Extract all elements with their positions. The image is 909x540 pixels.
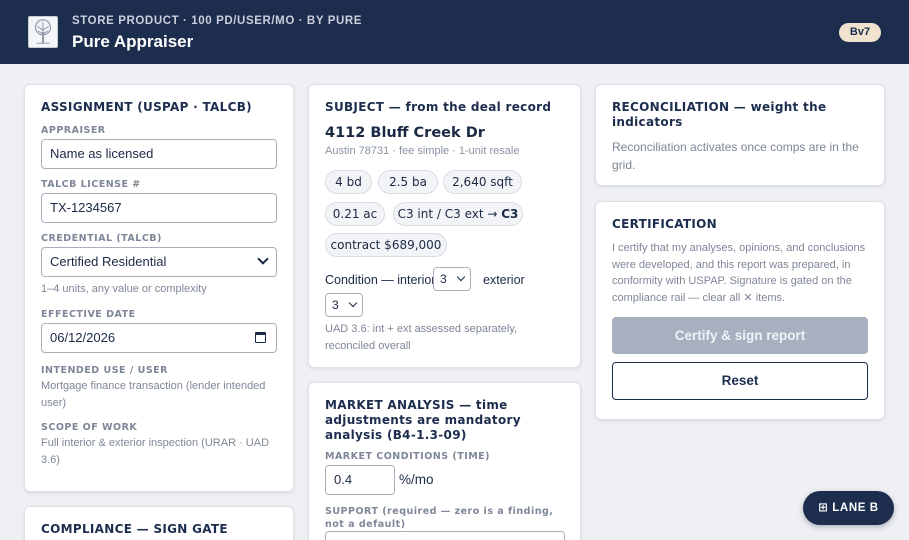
credential-value: Certified Residential	[50, 254, 167, 269]
market-conditions-unit: %/mo	[399, 472, 434, 487]
condition-pill-result: C3	[501, 207, 519, 221]
scope-label: SCOPE OF WORK	[41, 422, 138, 433]
contract-pill: contract $689,000	[325, 233, 447, 257]
calendar-icon[interactable]	[255, 332, 266, 343]
credential-help: 1–4 units, any value or complexity	[41, 283, 207, 295]
certification-card: CERTIFICATION I certify that my analyses…	[595, 201, 885, 420]
license-input[interactable]: TX-1234567	[41, 193, 277, 223]
compliance-title: COMPLIANCE — SIGN GATE	[41, 522, 228, 536]
license-label: TALCB LICENSE #	[41, 179, 141, 190]
appraiser-label: APPRAISER	[41, 125, 106, 136]
market-conditions-label: MARKET CONDITIONS (TIME)	[325, 451, 491, 462]
certify-sign-button[interactable]: Certify & sign report	[612, 317, 868, 354]
credential-label: CREDENTIAL (TALCB)	[41, 233, 162, 244]
scope-value: Full interior & exterior inspection (URA…	[41, 437, 270, 466]
intended-use-value: Mortgage finance transaction (lender int…	[41, 380, 266, 409]
appraiser-input[interactable]: Name as licensed	[41, 139, 277, 169]
beds-pill: 4 bd	[325, 170, 372, 194]
subject-meta: Austin 78731 · fee simple · 1-unit resal…	[325, 145, 520, 157]
reconciliation-title: RECONCILIATION — weight the indicators	[612, 100, 827, 129]
exterior-condition-select[interactable]: 3	[325, 293, 363, 317]
assignment-title: ASSIGNMENT (USPAP · TALCB)	[41, 100, 252, 114]
effective-date-label: EFFECTIVE DATE	[41, 309, 136, 320]
condition-pill-prefix: C3 int / C3 ext →	[397, 207, 502, 221]
condition-exterior-label: exterior	[483, 273, 525, 287]
breadcrumb: STORE PRODUCT · 100 PD/USER/MO · BY PURE	[72, 15, 363, 27]
condition-note: UAD 3.6: int + ext assessed separately, …	[325, 323, 518, 352]
reset-button[interactable]: Reset	[612, 362, 868, 400]
support-input[interactable]	[325, 531, 565, 540]
effective-date-input[interactable]: 06/12/2026	[41, 323, 277, 353]
effective-date-value: 06/12/2026	[50, 330, 116, 345]
subject-address: 4112 Bluff Creek Dr	[325, 125, 485, 141]
acres-pill: 0.21 ac	[325, 202, 385, 226]
subject-card: SUBJECT — from the deal record 4112 Bluf…	[308, 84, 581, 368]
certification-body: I certify that my analyses, opinions, an…	[612, 242, 866, 305]
credential-select[interactable]: Certified Residential	[41, 247, 277, 277]
exterior-condition-value: 3	[332, 298, 339, 312]
chevron-down-icon	[348, 298, 358, 308]
app-title: Pure Appraiser	[72, 32, 194, 51]
baths-pill: 2.5 ba	[378, 170, 438, 194]
compliance-card: COMPLIANCE — SIGN GATE	[24, 506, 294, 540]
chevron-down-icon	[456, 272, 466, 282]
intended-use-label: INTENDED USE / USER	[41, 365, 168, 376]
condition-interior-label: Condition — interior	[325, 273, 436, 287]
lane-b-button[interactable]: ⊞ LANE B	[803, 491, 894, 525]
condition-pill: C3 int / C3 ext → C3	[393, 202, 523, 226]
chevron-down-icon	[257, 253, 269, 265]
market-conditions-input[interactable]: 0.4	[325, 465, 395, 495]
tree-logo-icon	[28, 16, 58, 48]
assignment-card: ASSIGNMENT (USPAP · TALCB) APPRAISER Nam…	[24, 84, 294, 492]
app-header: STORE PRODUCT · 100 PD/USER/MO · BY PURE…	[0, 0, 909, 64]
interior-condition-value: 3	[440, 272, 447, 286]
sqft-pill: 2,640 sqft	[443, 170, 522, 194]
subject-title: SUBJECT — from the deal record	[325, 100, 552, 114]
certification-title: CERTIFICATION	[612, 217, 717, 231]
reconciliation-body: Reconciliation activates once comps are …	[612, 140, 859, 172]
version-badge: Bv7	[839, 23, 881, 42]
reconciliation-card: RECONCILIATION — weight the indicators R…	[595, 84, 885, 186]
interior-condition-select[interactable]: 3	[433, 267, 471, 291]
support-label: SUPPORT (required — zero is a finding, n…	[325, 506, 554, 530]
market-analysis-title: MARKET ANALYSIS — time adjustments are m…	[325, 398, 521, 442]
market-analysis-card: MARKET ANALYSIS — time adjustments are m…	[308, 382, 581, 540]
